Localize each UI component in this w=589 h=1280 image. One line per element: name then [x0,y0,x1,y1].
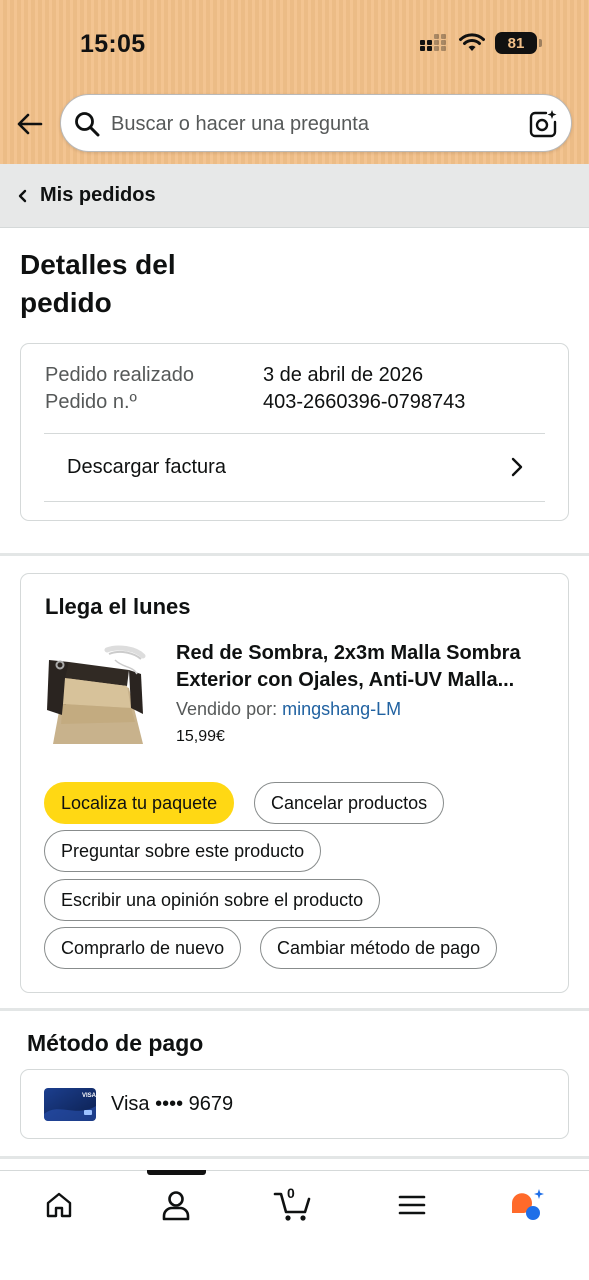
camera-lens-icon[interactable] [527,108,559,140]
section-divider [0,1008,589,1011]
order-placed-value: 3 de abril de 2026 [263,364,424,386]
page-title-line1: Detalles del [20,249,176,280]
change-payment-method-button[interactable]: Cambiar método de pago [260,927,498,969]
seller-link[interactable]: mingshang-LM [282,699,401,719]
home-icon [46,1192,72,1218]
page-title-line2: pedido [20,287,112,318]
track-package-button[interactable]: Localiza tu paquete [44,782,235,824]
rufus-assistant-icon [512,1189,544,1220]
visa-card-icon: VISA [44,1088,96,1121]
seller-info: Vendido por: mingshang-LM [176,699,401,720]
breadcrumb-label: Mis pedidos [40,184,156,206]
battery-icon: 81 [495,32,542,54]
top-header: 15:05 81 [0,0,589,164]
product-image[interactable] [45,644,155,744]
payment-method-card[interactable]: VISA Visa •••• 9679 [20,1069,569,1139]
chevron-left-icon [18,189,27,202]
signal-icon [420,34,446,51]
back-arrow-icon[interactable] [14,108,46,140]
cancel-items-button[interactable]: Cancelar productos [254,782,445,824]
nav-home[interactable] [34,1185,84,1225]
download-invoice-label: Descargar factura [67,456,226,478]
breadcrumb[interactable]: Mis pedidos [0,164,589,228]
search-input[interactable] [111,105,511,143]
shipment-card: Llega el lunes Red de Sombra, 2x3m Malla… [20,573,569,993]
order-number-value: 403-2660396-0798743 [263,391,466,413]
chevron-right-icon [511,457,523,477]
search-icon [75,112,100,137]
order-info-card: Pedido realizado 3 de abril de 2026 Pedi… [20,343,569,521]
product-price: 15,99€ [176,728,225,745]
nav-rufus-assistant[interactable] [503,1185,553,1225]
nav-menu[interactable] [387,1185,437,1225]
order-number-label: Pedido n.º [45,391,137,413]
status-time: 15:05 [80,30,146,58]
divider [44,501,545,502]
hamburger-menu-icon [398,1195,426,1215]
seller-prefix: Vendido por: [176,699,283,719]
nav-account[interactable] [151,1185,201,1225]
payment-card-text: Visa •••• 9679 [111,1093,234,1115]
svg-text:VISA: VISA [82,1093,96,1099]
ask-product-question-button[interactable]: Preguntar sobre este producto [44,830,322,872]
product-title-line2: Exterior con Ojales, Anti-UV Malla... [176,669,515,691]
search-bar[interactable] [60,94,572,152]
payment-method-heading: Método de pago [27,1030,204,1056]
section-divider [0,553,589,556]
product-title[interactable]: Red de Sombra, 2x3m Malla Sombra Exterio… [176,640,556,694]
page-title: Detalles del pedido [20,246,280,322]
user-icon [162,1191,190,1221]
nav-cart[interactable]: 0 [268,1185,318,1225]
download-invoice-row[interactable]: Descargar factura [44,434,545,501]
bottom-navigation: 0 [0,1170,589,1280]
wifi-icon [459,33,485,51]
section-divider [0,1156,589,1159]
cart-count-badge: 0 [287,1185,295,1201]
write-review-button[interactable]: Escribir una opinión sobre el producto [44,879,381,921]
status-icons: 81 [419,32,542,54]
arrival-status: Llega el lunes [45,594,191,619]
active-tab-indicator [147,1170,206,1175]
buy-again-button[interactable]: Comprarlo de nuevo [44,927,242,969]
product-title-line1: Red de Sombra, 2x3m Malla Sombra [176,642,521,664]
order-placed-label: Pedido realizado [45,364,194,386]
